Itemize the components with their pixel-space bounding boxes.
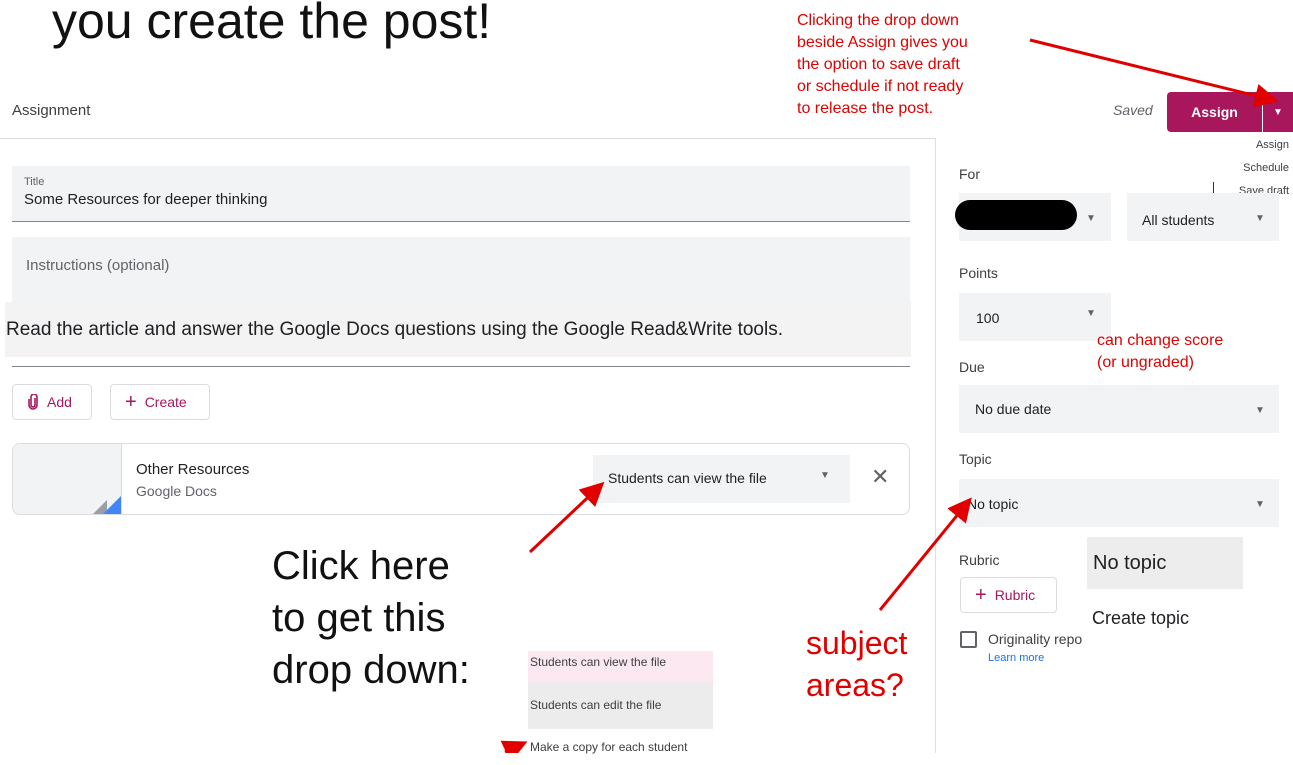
arrow-to-topic-select <box>878 497 972 611</box>
arrow-to-copy-option <box>500 740 528 753</box>
arrow-to-permission-select <box>528 481 605 554</box>
annotation-arrows <box>500 38 1279 753</box>
arrow-to-assign-dropdown <box>1029 38 1279 108</box>
